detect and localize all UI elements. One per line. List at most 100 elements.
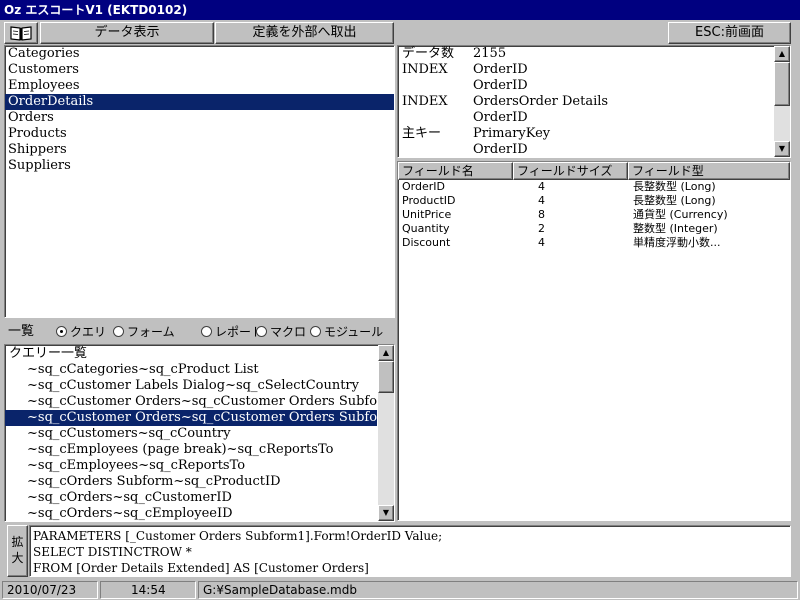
expand-label: 拡大 (11, 535, 24, 565)
field-size-cell: 4 (538, 180, 545, 193)
scroll-down-arrow-icon[interactable]: ▼ (774, 141, 790, 157)
info-value: OrderID (473, 62, 528, 77)
table-list-item[interactable]: OrderDetails (5, 94, 394, 110)
field-size-cell: 2 (538, 222, 545, 235)
sql-text-box[interactable]: PARAMETERS [_Customer Orders Subform1].F… (29, 525, 791, 577)
table-list-item[interactable]: Employees (5, 78, 394, 94)
field-type-cell: 長整数型 (Long) (633, 194, 716, 207)
table-info-panel: データ数 2155 INDEX OrderID OrderID INDEX OrdersOr… (397, 45, 791, 158)
status-db-path: G:¥SampleDatabase.mdb (198, 581, 798, 599)
field-name-cell: Discount (402, 236, 451, 249)
list-type-selector: 一覧 クエリ フォーム レポート マクロ モジュール (4, 321, 395, 343)
info-row: INDEX OrdersOrder Details (398, 94, 790, 110)
query-list[interactable]: クエリー一覧 ~sq_cCategories~sq_cProduct List ~… (4, 344, 395, 522)
field-type-cell: 整数型 (Integer) (633, 222, 718, 235)
info-row: データ数 2155 (398, 46, 790, 62)
list-type-label: 一覧 (8, 324, 35, 339)
field-size-cell: 4 (538, 236, 545, 249)
window-title-bar: Oz エスコートV1 (EKTD0102) (0, 0, 800, 20)
table-list-item[interactable]: Customers (5, 62, 394, 78)
query-list-item[interactable]: ~sq_cOrders~sq_cCustomerID (5, 490, 377, 506)
field-name-cell: OrderID (402, 180, 445, 193)
query-list-item[interactable]: ~sq_cCustomer Orders~sq_cCustomer Orders… (5, 410, 377, 426)
table-row[interactable]: UnitPrice 8 通貨型 (Currency) (398, 208, 790, 222)
field-name-cell: ProductID (402, 194, 456, 207)
table-list-item[interactable]: Categories (5, 46, 394, 62)
sql-line: FROM [Order Details Extended] AS [Custom… (33, 561, 369, 575)
info-rows: データ数 2155 INDEX OrderID OrderID INDEX OrdersOr… (398, 46, 790, 157)
status-bar: 2010/07/23 14:54 G:¥SampleDatabase.mdb (0, 580, 800, 600)
column-header-field-type[interactable]: フィールド型 (628, 162, 790, 180)
table-list[interactable]: Categories Customers Employees OrderDetails… (4, 45, 395, 318)
query-list-item[interactable]: ~sq_cEmployees~sq_cReportsTo (5, 458, 377, 474)
field-type-cell: 単精度浮動小数... (633, 236, 721, 249)
radio-label: クエリ (70, 325, 107, 339)
field-size-cell: 8 (538, 208, 545, 221)
radio-label: モジュール (324, 325, 384, 339)
column-header-field-name[interactable]: フィールド名 (398, 162, 513, 180)
book-icon (10, 26, 32, 41)
table-list-item[interactable]: Orders (5, 110, 394, 126)
query-list-item[interactable]: ~sq_cCustomer Labels Dialog~sq_cSelectCo… (5, 378, 377, 394)
export-definition-button[interactable]: 定義を外部へ取出 (215, 22, 394, 44)
scroll-thumb[interactable] (378, 361, 394, 393)
radio-button-icon[interactable] (113, 326, 124, 337)
info-value: OrderID (473, 78, 528, 93)
query-list-item[interactable]: ~sq_cEmployees (page break)~sq_cReportsT… (5, 442, 377, 458)
scroll-thumb[interactable] (774, 62, 790, 106)
table-row[interactable]: Quantity 2 整数型 (Integer) (398, 222, 790, 236)
window-title: Oz エスコートV1 (EKTD0102) (4, 3, 188, 17)
scroll-up-arrow-icon[interactable]: ▲ (774, 46, 790, 62)
query-list-item[interactable]: ~sq_cCategories~sq_cProduct List (5, 362, 377, 378)
field-type-cell: 通貨型 (Currency) (633, 208, 728, 221)
query-list-header: クエリー一覧 (9, 346, 88, 361)
info-value: PrimaryKey (473, 126, 551, 141)
field-size-cell: 4 (538, 194, 545, 207)
table-list-item[interactable]: Products (5, 126, 394, 142)
info-label: INDEX (402, 94, 448, 109)
info-row: 主キー PrimaryKey (398, 126, 790, 142)
expand-button[interactable]: 拡大 (7, 525, 28, 577)
fields-grid-header: フィールド名 フィールドサイズ フィールド型 (398, 162, 790, 180)
radio-button-icon[interactable] (310, 326, 321, 337)
sql-line: PARAMETERS [_Customer Orders Subform1].F… (33, 529, 443, 543)
table-row[interactable]: OrderID 4 長整数型 (Long) (398, 180, 790, 194)
radio-button-icon[interactable] (56, 326, 67, 337)
scroll-up-arrow-icon[interactable]: ▲ (378, 345, 394, 361)
query-list-item[interactable]: ~sq_cOrders Subform~sq_cProductID (5, 474, 377, 490)
radio-option-5[interactable]: モジュール (310, 324, 383, 340)
info-scrollbar[interactable]: ▲ ▼ (774, 46, 790, 157)
fields-grid: フィールド名 フィールドサイズ フィールド型 OrderID 4 長整数型 (Lon… (397, 161, 791, 521)
info-row: OrderID (398, 142, 790, 157)
data-view-button[interactable]: データ表示 (40, 22, 214, 44)
radio-option-4[interactable]: マクロ (256, 324, 306, 340)
info-label: 主キー (402, 126, 442, 141)
query-list-item[interactable]: ~sq_cOrders~sq_cEmployeeID (5, 506, 377, 521)
fields-grid-rows: OrderID 4 長整数型 (Long) ProductID 4 長整数型 (Long)… (398, 180, 790, 250)
scroll-down-arrow-icon[interactable]: ▼ (378, 505, 394, 521)
column-header-field-size[interactable]: フィールドサイズ (513, 162, 628, 180)
query-list-item[interactable]: ~sq_cCustomers~sq_cCountry (5, 426, 377, 442)
status-date: 2010/07/23 (2, 581, 98, 599)
query-list-scrollbar[interactable]: ▲ ▼ (378, 345, 394, 521)
radio-option-2[interactable]: フォーム (113, 324, 175, 340)
radio-label: フォーム (127, 325, 175, 339)
table-list-item[interactable]: Shippers (5, 142, 394, 158)
radio-button-icon[interactable] (256, 326, 267, 337)
info-value: OrderID (473, 142, 528, 157)
radio-option-1[interactable]: クエリ (56, 324, 106, 340)
table-row[interactable]: ProductID 4 長整数型 (Long) (398, 194, 790, 208)
info-value: 2155 (473, 46, 507, 61)
book-button[interactable] (4, 22, 38, 44)
radio-button-icon[interactable] (201, 326, 212, 337)
status-time: 14:54 (100, 581, 196, 599)
radio-label: マクロ (270, 325, 307, 339)
table-row[interactable]: Discount 4 単精度浮動小数... (398, 236, 790, 250)
info-row: OrderID (398, 78, 790, 94)
radio-option-3[interactable]: レポート (201, 324, 263, 340)
info-label: データ数 (402, 46, 455, 61)
field-name-cell: UnitPrice (402, 208, 452, 221)
table-list-item[interactable]: Suppliers (5, 158, 394, 174)
query-list-item[interactable]: ~sq_cCustomer Orders~sq_cCustomer Orders… (5, 394, 377, 410)
back-button[interactable]: ESC:前画面 (668, 22, 791, 44)
